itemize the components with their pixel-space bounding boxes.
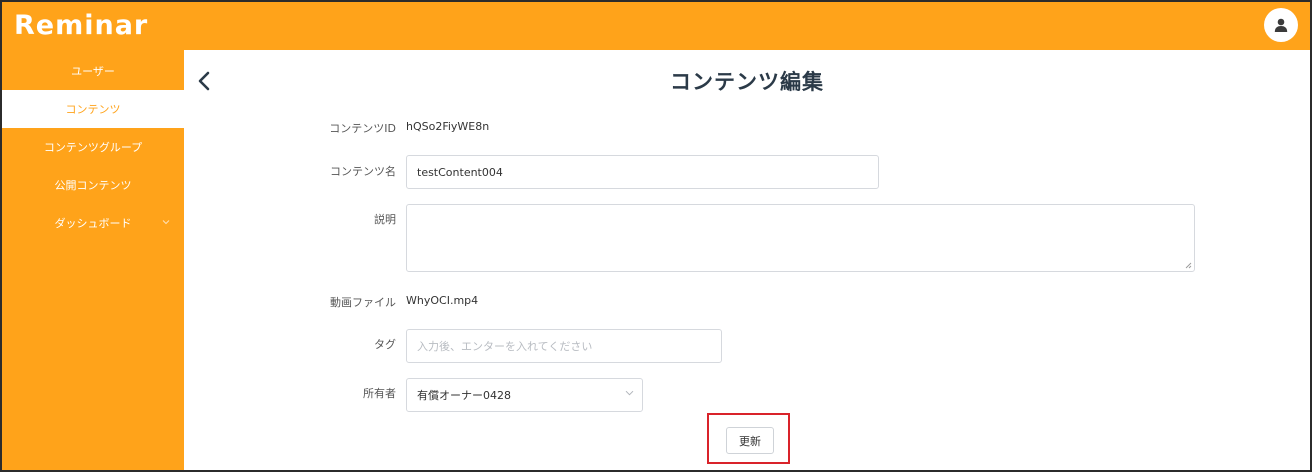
sidebar-item-label: ユーザー bbox=[71, 65, 115, 78]
top-header: Reminar bbox=[2, 2, 1310, 50]
video-file-value: WhyOCI.mp4 bbox=[406, 294, 479, 307]
sidebar-item-dashboard[interactable]: ダッシュボード bbox=[2, 204, 184, 242]
content-name-value: testContent004 bbox=[417, 165, 503, 179]
content-id-label: コンテンツID bbox=[329, 122, 396, 135]
tag-input[interactable]: 入力後、エンターを入れてください bbox=[406, 329, 722, 363]
content-name-input[interactable]: testContent004 bbox=[406, 155, 879, 189]
resize-grip-icon[interactable] bbox=[1184, 261, 1192, 269]
content-id-value: hQSo2FiyWE8n bbox=[406, 120, 490, 133]
user-avatar-icon bbox=[1274, 18, 1288, 32]
sidebar: ユーザー コンテンツ コンテンツグループ 公開コンテンツ ダッシュボード bbox=[2, 50, 184, 470]
owner-select[interactable]: 有償オーナー0428 bbox=[406, 378, 643, 412]
chevron-down-icon bbox=[162, 217, 170, 228]
owner-label: 所有者 bbox=[363, 387, 396, 400]
sidebar-item-contents[interactable]: コンテンツ bbox=[2, 90, 184, 128]
sidebar-item-label: 公開コンテンツ bbox=[54, 179, 132, 192]
sidebar-item-label: コンテンツグループ bbox=[43, 141, 143, 154]
description-textarea[interactable] bbox=[406, 204, 1195, 272]
sidebar-item-public-contents[interactable]: 公開コンテンツ bbox=[2, 166, 184, 204]
tag-placeholder: 入力後、エンターを入れてください bbox=[417, 340, 593, 353]
sidebar-item-label: コンテンツ bbox=[65, 103, 121, 116]
description-label: 説明 bbox=[374, 213, 396, 226]
sidebar-item-users[interactable]: ユーザー bbox=[2, 52, 184, 90]
page-title: コンテンツ編集 bbox=[670, 70, 824, 94]
main-content: コンテンツ編集 コンテンツID hQSo2FiyWE8n コンテンツ名 test… bbox=[184, 50, 1310, 470]
app-logo[interactable]: Reminar bbox=[14, 10, 148, 41]
sidebar-item-label: ダッシュボード bbox=[54, 217, 132, 230]
update-button[interactable]: 更新 bbox=[726, 427, 774, 454]
user-avatar[interactable] bbox=[1264, 8, 1298, 42]
tag-label: タグ bbox=[374, 338, 396, 351]
video-file-label: 動画ファイル bbox=[330, 296, 396, 309]
sidebar-item-content-groups[interactable]: コンテンツグループ bbox=[2, 128, 184, 166]
chevron-down-icon bbox=[625, 388, 634, 399]
app-window: Reminar ユーザー コンテンツ コンテンツグループ 公開コンテンツ ダッシ… bbox=[0, 0, 1312, 472]
owner-value: 有償オーナー0428 bbox=[417, 389, 511, 402]
content-name-label: コンテンツ名 bbox=[330, 165, 396, 178]
